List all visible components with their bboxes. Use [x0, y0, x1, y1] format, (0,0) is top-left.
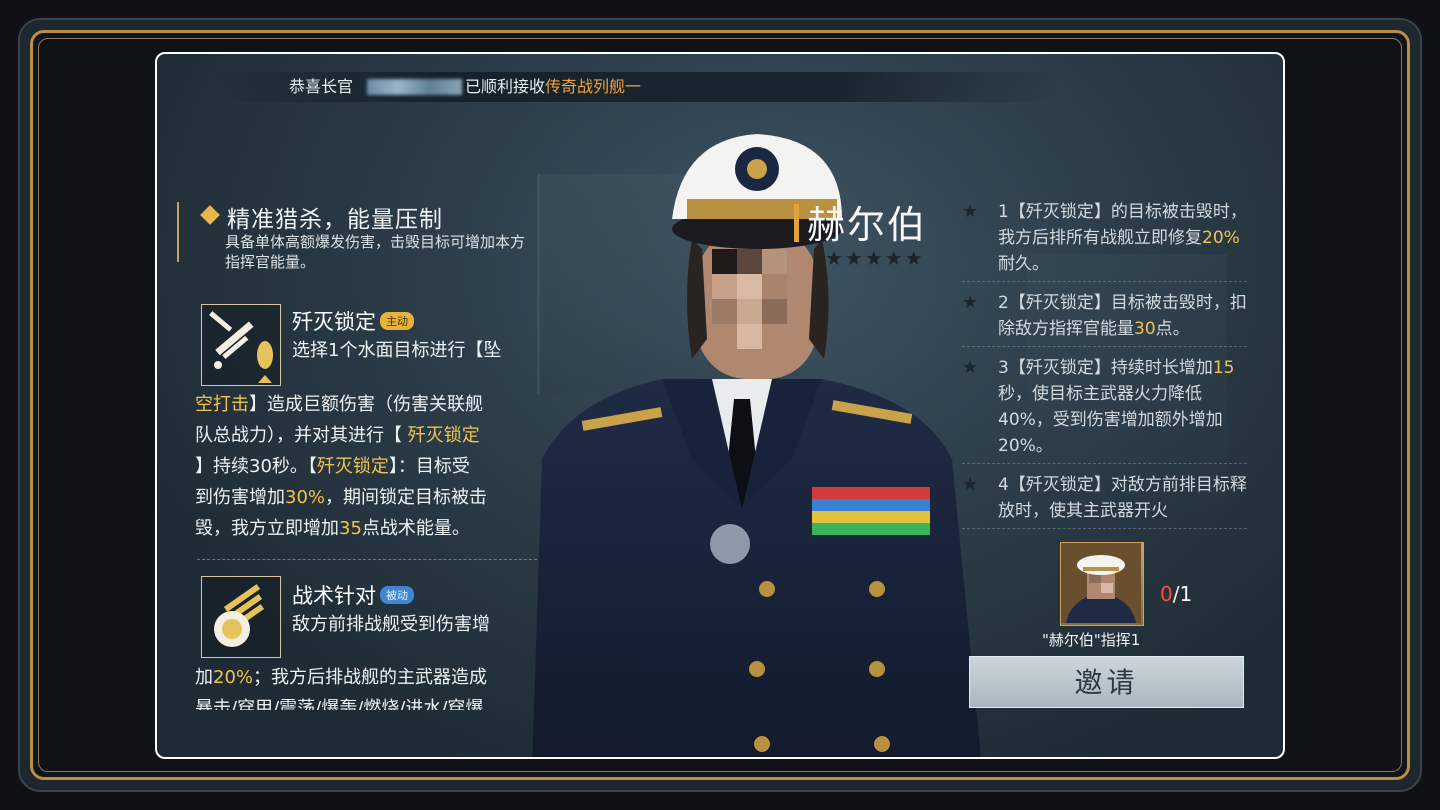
skill1-line1: 选择1个水面目标进行【坠 [292, 340, 502, 361]
airstrike-skill-icon[interactable] [201, 304, 281, 386]
passive-tag: 被动 [380, 586, 414, 604]
skill1-line4-hl: 歼灭锁定 [316, 456, 389, 477]
talent-number: 1 [998, 202, 1009, 222]
notice-prefix: 恭喜长官 [289, 77, 354, 96]
star-icon: ★ [962, 201, 979, 222]
invite-count-current: 0 [1160, 582, 1173, 606]
talent-text: 【歼灭锁定】持续时长增加 [1008, 358, 1213, 378]
talent-text-end: 秒，使目标主武器火力降低40%，受到伤害增加额外增加20%。 [998, 384, 1223, 456]
skill2-line2-hl: 20% [213, 667, 254, 688]
star-icon: ★ [962, 357, 979, 378]
skill1-line6: 毁，我方立即增加35点战术能量。 [195, 513, 535, 544]
skill1-description: 选择1个水面目标进行【坠 [292, 335, 532, 366]
officer-stars: ★★★★★ [825, 246, 925, 270]
invite-button[interactable]: 邀请 [969, 656, 1244, 708]
skill1-line3: 队总战力），并对其进行【 歼灭锁定 [195, 425, 480, 446]
officer-name: 赫尔伯 [807, 203, 928, 247]
talent-number: 2 [998, 293, 1009, 313]
skill1-line2: 空打击】造成巨额伤害（伤害关联舰 [195, 394, 483, 415]
star-icon: ★ [962, 474, 979, 495]
active-tag: 主动 [380, 312, 414, 330]
skill1-line6-b: 点战术能量。 [361, 518, 470, 539]
talent-highlight: 30 [1134, 319, 1156, 339]
section-title-text: 精准猎杀，能量压制 [227, 207, 443, 233]
skill2-line2-a: 加 [195, 667, 213, 688]
skill2-description-cont: 加20%；我方后排战舰的主武器造成 暴击/穿甲/震荡/爆轰/燃烧/进水/穿爆 [195, 662, 535, 710]
talent-list[interactable]: ★ 1【歼灭锁定】的目标被击毁时，我方后排所有战舰立即修复20%耐久。 ★ 2【… [962, 199, 1247, 531]
section-title: 精准猎杀，能量压制 [201, 200, 443, 234]
skill1-name-text: 歼灭锁定 [292, 310, 376, 334]
redacted-username [367, 79, 462, 95]
talent-highlight: 15 [1212, 358, 1235, 378]
game-screenshot-panel: 恭喜长官 已顺利接收传奇战列舰一 精准猎杀，能量压制 具备单体高额爆发伤害，击毁… [155, 52, 1285, 759]
skill2-line1: 敌方前排战舰受到伤害增 [292, 614, 490, 635]
skill1-line5-hl: 30% [285, 487, 326, 508]
skill2-description: 敌方前排战舰受到伤害增 [292, 609, 532, 640]
talent-text: 【歼灭锁定】目标被击毁时，扣除敌方指挥官能量 [998, 293, 1247, 339]
skill2-name-text: 战术针对 [292, 584, 376, 608]
skill2-name: 战术针对 被动 [292, 580, 414, 610]
invite-count-total: /1 [1172, 582, 1193, 606]
invite-count: 0/1 [1160, 582, 1192, 606]
section-accent-line [177, 202, 179, 262]
skill1-line6-hl: 35 [339, 518, 362, 539]
talent-item: ★ 3【歼灭锁定】持续时长增加15 秒，使目标主武器火力降低40%，受到伤害增加额… [962, 355, 1247, 464]
skill1-line3-hl: 歼灭锁定 [407, 425, 480, 446]
skill1-line4: 】持续30秒。【歼灭锁定】：目标受 [195, 451, 535, 482]
turret-skill-icon[interactable] [201, 576, 281, 658]
talent-text-end: 点。 [1155, 319, 1190, 339]
skill2-line2: 加20%；我方后排战舰的主武器造成 [195, 662, 535, 693]
talent-item: ★ 4【歼灭锁定】对敌方前排目标释放时，使其主武器开火 [962, 472, 1247, 529]
skill1-name: 歼灭锁定 主动 [292, 306, 414, 336]
skill2-line3: 暴击/穿甲/震荡/爆轰/燃烧/进水/穿爆 [195, 698, 484, 710]
invite-caption: "赫尔伯"指挥1 [1042, 631, 1141, 649]
skill1-line6-a: 毁，我方立即增加 [195, 518, 339, 539]
skill1-description-cont: 空打击】造成巨额伤害（伤害关联舰 队总战力），并对其进行【 歼灭锁定 】持续30… [195, 389, 535, 544]
skill1-line4-a: 】持续30秒。【 [195, 456, 317, 477]
divider [197, 559, 537, 560]
officer-thumbnail[interactable] [1060, 542, 1144, 626]
skill1-line4-b: 】：目标受 [388, 456, 470, 477]
star-icon: ★ [962, 292, 979, 313]
name-accent-bar [794, 204, 799, 242]
talent-number: 3 [998, 358, 1009, 378]
skill1-line5: 到伤害增加30%，期间锁定目标被击 [195, 482, 535, 513]
talent-item: ★ 2【歼灭锁定】目标被击毁时，扣除敌方指挥官能量30点。 [962, 290, 1247, 347]
talent-text-end: 耐久。 [998, 254, 1049, 274]
skill1-line5-b: ，期间锁定目标被击 [325, 487, 488, 508]
talent-highlight: 20% [1202, 228, 1240, 248]
skill1-line5-a: 到伤害增加 [195, 487, 285, 508]
skill2-line2-b: ；我方后排战舰的主武器造成 [253, 667, 488, 688]
talent-text: 【歼灭锁定】对敌方前排目标释放时，使其主武器开火 [998, 475, 1247, 521]
officer-portrait [532, 134, 981, 757]
talent-number: 4 [998, 475, 1009, 495]
talent-item: ★ 1【歼灭锁定】的目标被击毁时，我方后排所有战舰立即修复20%耐久。 [962, 199, 1247, 282]
section-description: 具备单体高额爆发伤害，击毁目标可增加本方指挥官能量。 [225, 233, 526, 271]
